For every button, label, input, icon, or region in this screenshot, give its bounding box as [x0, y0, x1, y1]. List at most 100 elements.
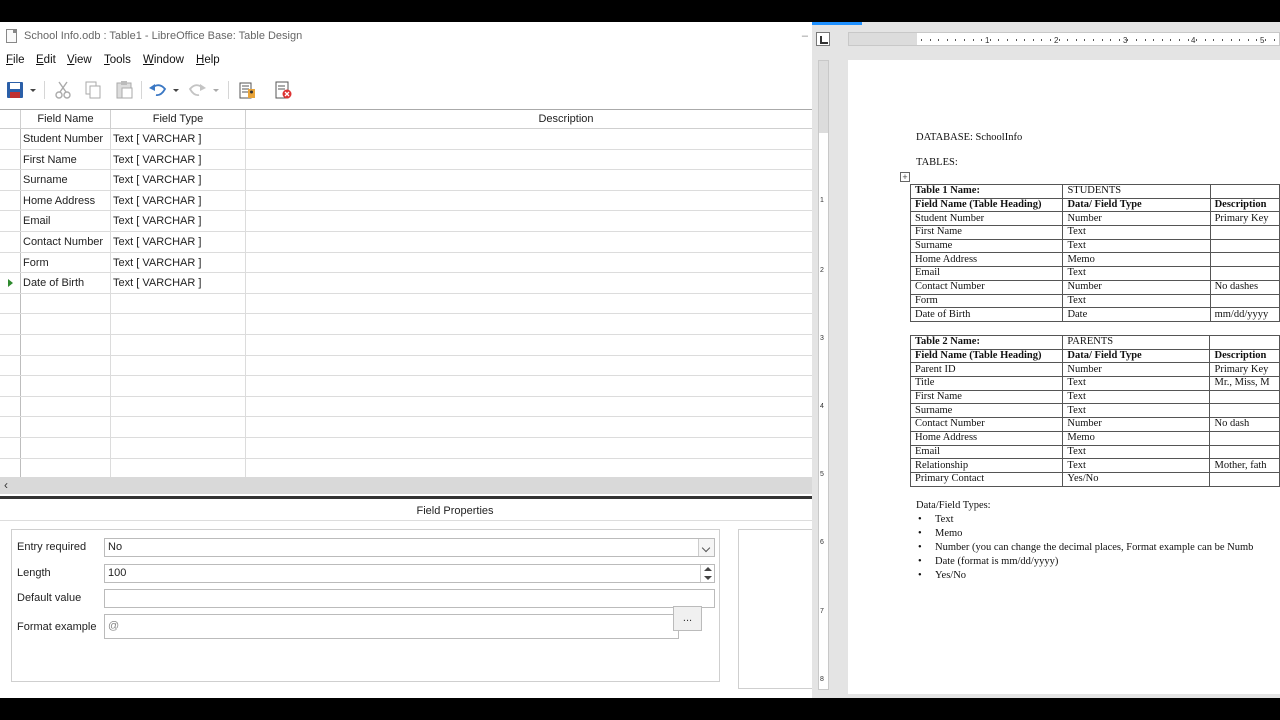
- horizontal-ruler[interactable]: 1 2 3 4 5: [848, 32, 1280, 46]
- index-design-icon[interactable]: [272, 80, 294, 100]
- chevron-down-icon[interactable]: [698, 539, 714, 556]
- row-handle[interactable]: [0, 211, 21, 231]
- table-cell[interactable]: Parent ID: [909, 362, 1064, 378]
- table-row[interactable]: Contact Number Text [ VARCHAR ]: [0, 232, 812, 253]
- copy-icon[interactable]: [82, 80, 104, 100]
- table-row[interactable]: Email Text [ VARCHAR ]: [0, 211, 812, 232]
- table-row[interactable]: [0, 438, 812, 459]
- field-type-cell[interactable]: [111, 417, 246, 437]
- undo-icon[interactable]: [147, 80, 169, 100]
- table-cell[interactable]: Text: [1062, 389, 1211, 405]
- table-cell[interactable]: Surname: [909, 238, 1064, 254]
- menu-window[interactable]: Window: [143, 54, 184, 66]
- table-row[interactable]: Student Number Text [ VARCHAR ]: [0, 129, 812, 150]
- table-cell[interactable]: Number: [1062, 211, 1211, 227]
- row-handle[interactable]: [0, 314, 21, 334]
- document-page[interactable]: DATABASE: SchoolInfo TABLES: + Table 1 N…: [848, 60, 1280, 694]
- table-cell[interactable]: Date: [1062, 307, 1211, 322]
- row-handle[interactable]: [0, 458, 21, 479]
- vertical-ruler[interactable]: 1 2 3 4 5 6 7 8: [818, 60, 829, 690]
- table-cell[interactable]: Number: [1062, 279, 1211, 295]
- description-cell[interactable]: [246, 314, 812, 334]
- field-type-cell[interactable]: [111, 335, 246, 355]
- tab-stop-selector-icon[interactable]: [816, 32, 830, 46]
- field-type-cell[interactable]: [111, 458, 246, 479]
- default-value-input[interactable]: [104, 589, 715, 608]
- menu-help[interactable]: Help: [196, 54, 220, 66]
- description-cell[interactable]: [246, 294, 812, 314]
- table-row[interactable]: [0, 396, 812, 418]
- table-cell[interactable]: Primary Key: [1209, 362, 1280, 378]
- redo-dropdown-arrow-icon[interactable]: [210, 80, 222, 100]
- table-cell[interactable]: First Name: [909, 225, 1064, 240]
- field-name-cell[interactable]: Student Number: [21, 129, 111, 149]
- horizontal-scrollbar[interactable]: ‹: [0, 477, 812, 494]
- field-type-cell[interactable]: [111, 293, 246, 314]
- row-handle[interactable]: [0, 232, 21, 252]
- table-row[interactable]: [0, 376, 812, 397]
- save-dropdown-arrow-icon[interactable]: [26, 80, 40, 100]
- description-cell[interactable]: [246, 417, 812, 437]
- length-stepper[interactable]: 100: [104, 564, 715, 583]
- description-cell[interactable]: [246, 170, 812, 190]
- table-cell[interactable]: Email: [909, 266, 1064, 281]
- table-cell[interactable]: Text: [1062, 376, 1211, 391]
- field-type-cell[interactable]: [111, 438, 246, 458]
- field-type-cell[interactable]: Text [ VARCHAR ]: [111, 129, 246, 149]
- table-row[interactable]: [0, 417, 812, 438]
- row-handle[interactable]: [0, 417, 21, 437]
- table-cell[interactable]: [1209, 252, 1280, 268]
- description-cell[interactable]: [246, 335, 812, 355]
- minimize-icon[interactable]: –: [802, 22, 808, 50]
- field-type-cell[interactable]: Text [ VARCHAR ]: [111, 232, 246, 252]
- table-row[interactable]: [0, 355, 812, 377]
- field-type-cell[interactable]: Text [ VARCHAR ]: [111, 149, 246, 170]
- undo-dropdown-arrow-icon[interactable]: [170, 80, 182, 100]
- field-name-cell[interactable]: Surname: [21, 170, 111, 190]
- field-name-cell[interactable]: [21, 396, 111, 417]
- table-cell[interactable]: mm/dd/yyyy: [1209, 307, 1280, 322]
- field-type-cell[interactable]: Text [ VARCHAR ]: [111, 273, 246, 293]
- description-cell[interactable]: [246, 253, 812, 273]
- table-cell[interactable]: Memo: [1062, 252, 1211, 268]
- field-name-cell[interactable]: [21, 458, 111, 479]
- parents-table[interactable]: Table 2 Name: PARENTS Field Name (Table …: [909, 335, 1280, 487]
- field-name-cell[interactable]: [21, 335, 111, 355]
- table-cell[interactable]: Contact Number: [909, 417, 1064, 432]
- table-row[interactable]: [0, 293, 812, 315]
- table-cell[interactable]: [1209, 403, 1280, 419]
- table-cell[interactable]: Text: [1062, 266, 1211, 281]
- entry-required-select[interactable]: No: [104, 538, 715, 557]
- table-cell[interactable]: Email: [909, 444, 1064, 460]
- field-type-cell[interactable]: [111, 314, 246, 334]
- description-cell[interactable]: [246, 356, 812, 376]
- table-cell[interactable]: Date of Birth: [909, 307, 1064, 322]
- row-handle[interactable]: [0, 438, 21, 458]
- field-name-cell[interactable]: Form: [21, 252, 111, 273]
- table-row[interactable]: [0, 335, 812, 356]
- table-cell[interactable]: [1209, 293, 1280, 309]
- format-button[interactable]: ...: [673, 606, 702, 631]
- table-cell[interactable]: Text: [1062, 293, 1211, 309]
- table-cell[interactable]: Form: [909, 293, 1064, 309]
- table-cell[interactable]: Yes/No: [1062, 471, 1211, 487]
- table-cell[interactable]: Surname: [909, 403, 1064, 419]
- description-cell[interactable]: [246, 273, 812, 293]
- field-name-cell[interactable]: [21, 355, 111, 376]
- table-cell[interactable]: [1209, 389, 1280, 405]
- field-name-cell[interactable]: [21, 438, 111, 458]
- table-cell[interactable]: Memo: [1062, 430, 1211, 446]
- table-cell[interactable]: No dash: [1209, 417, 1280, 432]
- table-cell[interactable]: Text: [1062, 403, 1211, 419]
- field-name-cell[interactable]: Contact Number: [21, 232, 111, 252]
- table-cell[interactable]: Student Number: [909, 211, 1064, 227]
- description-cell[interactable]: [246, 211, 812, 231]
- table-row[interactable]: Form Text [ VARCHAR ]: [0, 252, 812, 274]
- column-header-field-name[interactable]: Field Name: [21, 110, 111, 129]
- table-cell[interactable]: Number: [1062, 417, 1211, 432]
- cut-icon[interactable]: [52, 80, 74, 100]
- table-row[interactable]: Home Address Text [ VARCHAR ]: [0, 190, 812, 212]
- paste-icon[interactable]: [113, 80, 135, 100]
- row-handle[interactable]: [0, 252, 21, 273]
- table-cell[interactable]: Number: [1062, 362, 1211, 378]
